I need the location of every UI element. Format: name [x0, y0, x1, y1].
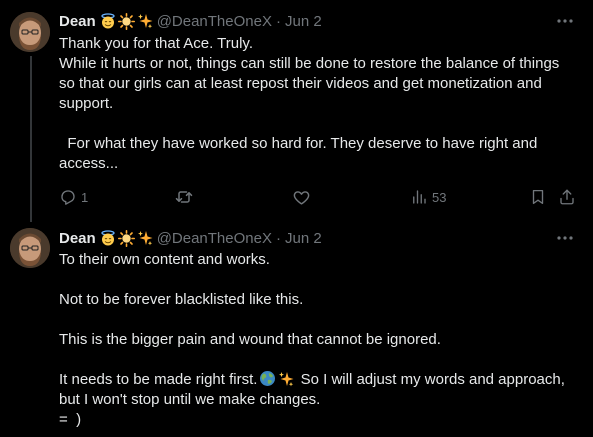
thread-connector-line	[30, 56, 32, 222]
tweet-text-fragment: It needs to be made right first.	[59, 371, 258, 388]
sun-emoji	[117, 12, 135, 30]
more-options-button[interactable]	[555, 10, 575, 32]
author-name[interactable]: Dean	[59, 230, 96, 247]
author-name[interactable]: Dean	[59, 13, 96, 30]
share-button[interactable]	[558, 185, 576, 209]
tweet-text-line: It needs to be made right first. So I wi…	[59, 370, 579, 410]
avatar[interactable]	[10, 12, 50, 52]
tweet-header: Dean @DeanTheOneX · Jun 2	[59, 10, 583, 32]
sun-emoji	[117, 229, 135, 247]
tweet-text: Thank you for that Ace. Truly. While it …	[59, 34, 579, 174]
heart-icon	[293, 190, 310, 205]
like-button[interactable]	[292, 185, 315, 209]
halo-face-emoji	[101, 230, 115, 246]
reply-button[interactable]: 1	[59, 185, 88, 209]
bookmark-button[interactable]	[529, 185, 547, 209]
tweet-text-line: This is the bigger pain and wound that c…	[59, 331, 441, 348]
share-icon	[560, 189, 574, 205]
halo-face-emoji	[101, 13, 115, 29]
tweet-header: Dean @DeanTheOneX · Jun 2	[59, 227, 583, 249]
sparkles-emoji	[137, 14, 153, 29]
tweet-text-line: Thank you for that Ace. Truly.	[59, 35, 253, 52]
tweet-text-paragraph: For what they have worked so hard for. T…	[59, 135, 542, 172]
tweet-text: To their own content and works. Not to b…	[59, 250, 579, 430]
globe-emoji	[260, 371, 276, 386]
bookmark-icon	[532, 189, 544, 205]
author-handle[interactable]: @DeanTheOneX	[157, 13, 272, 30]
sparkles-emoji	[279, 371, 294, 386]
tweet[interactable]: Dean	[0, 220, 593, 437]
header-separator: ·	[275, 229, 281, 247]
header-separator: ·	[275, 12, 281, 30]
more-dots-icon	[557, 236, 573, 240]
tweet-date[interactable]: Jun 2	[285, 230, 322, 247]
avatar-image	[10, 12, 50, 52]
tweet-text-line: Not to be forever blacklisted like this.	[59, 291, 304, 308]
view-count: 53	[432, 189, 447, 205]
sparkles-emoji	[137, 231, 153, 246]
views-button[interactable]: 53	[410, 185, 446, 209]
analytics-icon	[413, 190, 426, 204]
tweet-date[interactable]: Jun 2	[285, 13, 322, 30]
author-handle[interactable]: @DeanTheOneX	[157, 230, 272, 247]
more-options-button[interactable]	[555, 227, 575, 249]
author-name-emojis	[100, 12, 153, 30]
tweet-actions-bar: 1 53	[59, 185, 583, 209]
avatar-image	[10, 228, 50, 268]
reply-count: 1	[81, 189, 89, 205]
author-name-emojis	[100, 229, 153, 247]
more-dots-icon	[557, 19, 573, 23]
repost-icon	[175, 191, 193, 203]
tweet-text-paragraph: While it hurts or not, things can still …	[59, 55, 564, 112]
tweet[interactable]: Dean	[0, 0, 593, 222]
inline-emojis	[259, 370, 294, 387]
tweet-text-line: To their own content and works.	[59, 251, 270, 268]
reply-icon	[61, 190, 75, 205]
avatar[interactable]	[10, 228, 50, 268]
tweet-text-line: = )	[59, 411, 82, 428]
repost-button[interactable]	[174, 185, 198, 209]
